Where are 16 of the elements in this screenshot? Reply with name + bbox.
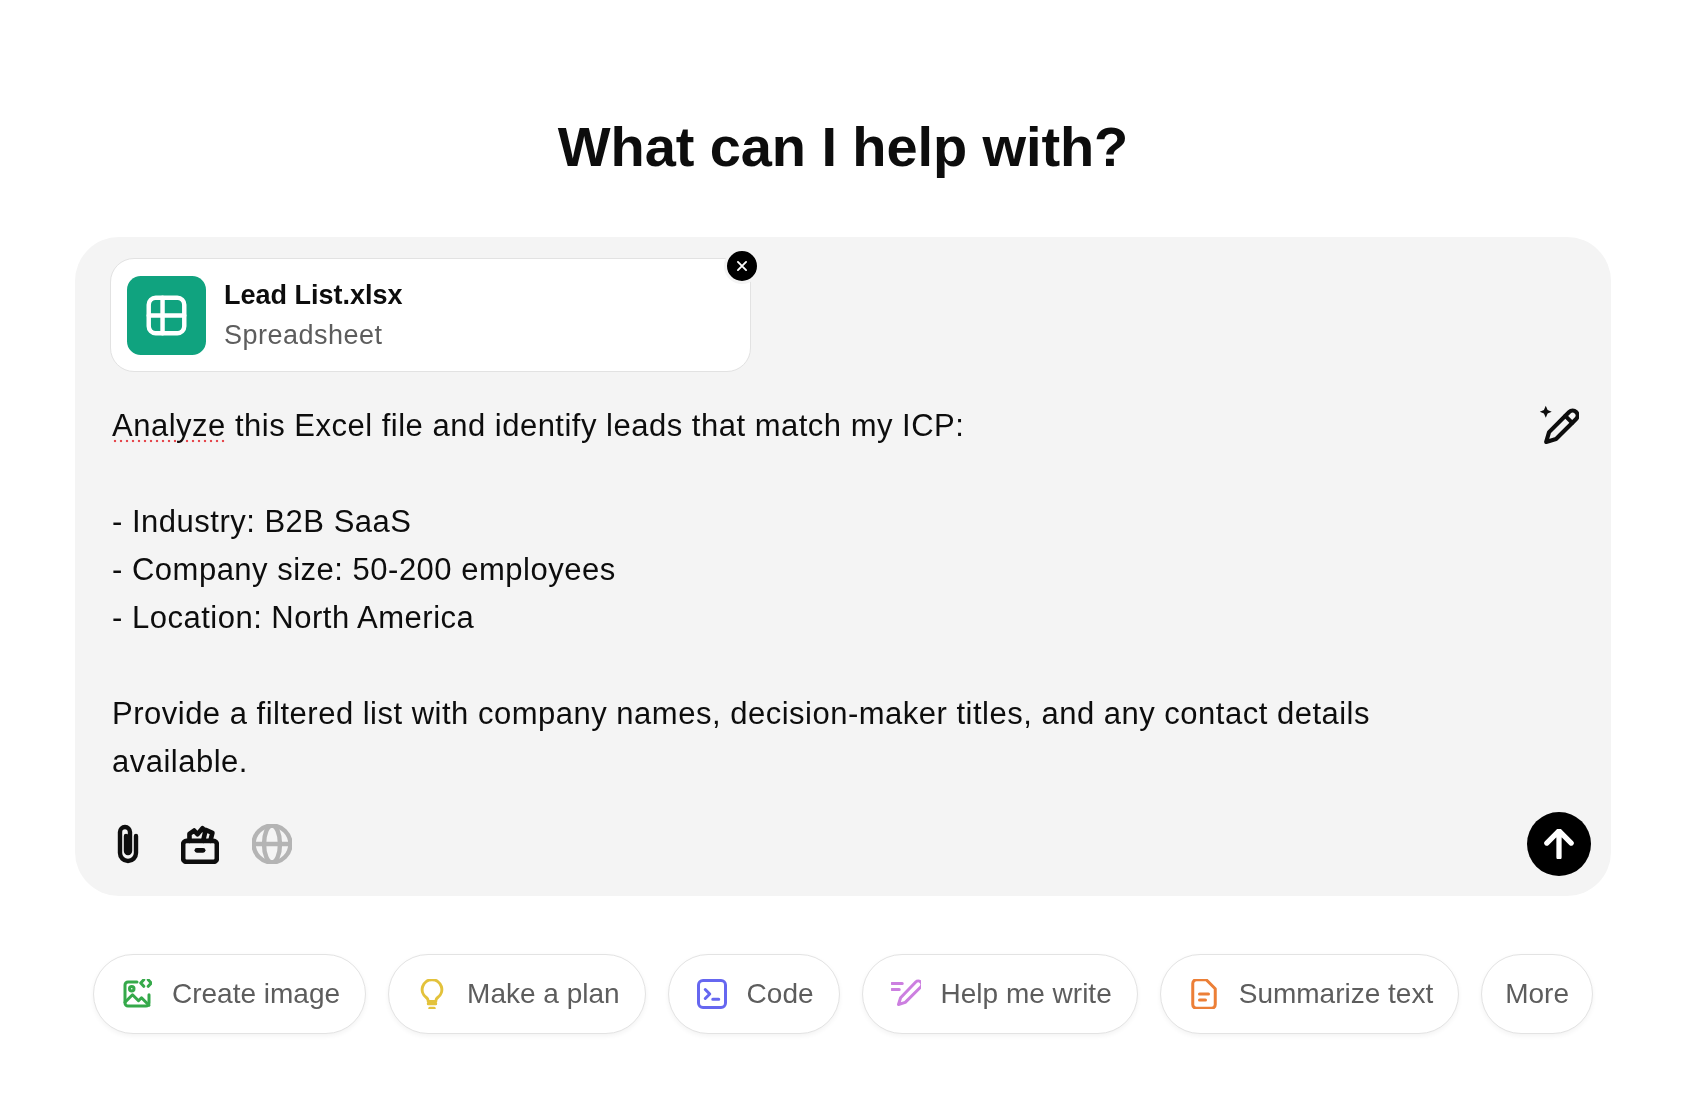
spreadsheet-icon <box>127 275 206 355</box>
suggestion-button[interactable]: Code <box>667 954 840 1034</box>
close-icon <box>735 259 749 273</box>
suggestion-button[interactable]: Help me write <box>861 954 1138 1034</box>
suggestion-button[interactable]: Create image <box>92 954 367 1034</box>
prompt-input[interactable]: Analyze this Excel file and identify leads that match my ICP: - Industry: B2B SaaS - Company size: 50-200 employees - Location: North America Provide a filtered list with company names, decision-maker titles, and any contact details available. <box>112 402 1442 786</box>
suggestion-button[interactable]: Make a plan <box>388 954 646 1034</box>
box-icon[interactable] <box>181 824 219 864</box>
arrow-up-icon <box>1544 829 1574 859</box>
suggestion-button[interactable]: More <box>1481 954 1593 1034</box>
page-heading: What can I help with? <box>557 114 1129 180</box>
file-type-label: Spreadsheet <box>224 319 384 352</box>
suggestion-button[interactable]: Summarize text <box>1159 954 1460 1034</box>
file-name: Lead List.xlsx <box>224 279 403 312</box>
paperclip-icon[interactable] <box>117 824 139 864</box>
pencil-sparkle-icon[interactable] <box>1539 405 1579 445</box>
